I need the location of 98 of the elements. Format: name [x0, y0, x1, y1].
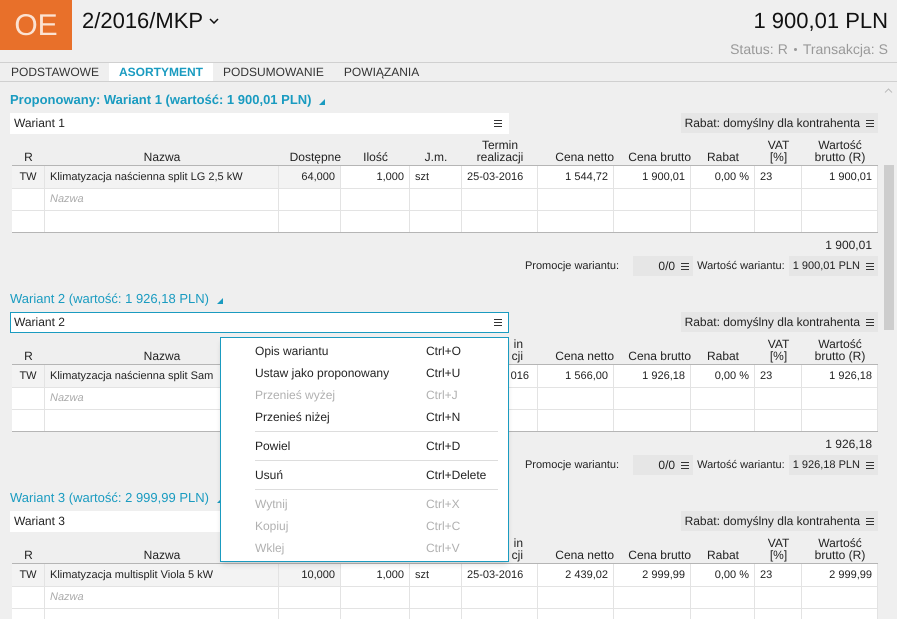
menu-icon[interactable]: [866, 518, 874, 524]
table-cell: 1,000: [341, 166, 410, 188]
table-cell: 1 926,18: [614, 365, 691, 387]
transaction-value: S: [878, 40, 888, 59]
tab[interactable]: PODSUMOWANIE: [213, 63, 334, 81]
tab[interactable]: POWIĄZANIA: [334, 63, 430, 81]
column-header: VAT [%]: [768, 338, 790, 362]
discount-dropdown[interactable]: Rabat: domyślny dla kontrahenta: [680, 113, 878, 133]
table-cell: 23: [755, 365, 802, 387]
table-cell: Klimatyzacja naścienna split LG 2,5 kW: [45, 166, 279, 188]
table-cell: szt: [410, 166, 462, 188]
table-cell: 1 544,72: [538, 166, 614, 188]
table-cell: 2 999,99: [614, 564, 691, 586]
status-value: R: [778, 40, 788, 59]
table-cell: TW: [12, 564, 45, 586]
promotions-label: Promocje wariantu:: [524, 458, 620, 473]
discount-dropdown[interactable]: Rabat: domyślny dla kontrahenta: [680, 511, 878, 531]
column-header: Cena brutto: [628, 350, 691, 362]
context-menu-item[interactable]: Usuń Ctrl+Delete: [221, 464, 508, 486]
menu-icon[interactable]: [681, 462, 690, 468]
table-cell: Klimatyzacja multisplit Viola 5 kW: [45, 564, 279, 586]
variant-name-field[interactable]: Wariant 1: [10, 112, 509, 134]
column-header: Cena brutto: [628, 151, 691, 163]
column-header: J.m.: [424, 151, 448, 163]
variant-value-dropdown[interactable]: 1 900,01 PLN: [788, 256, 878, 276]
table-cell: TW: [12, 166, 45, 188]
promotions-dropdown[interactable]: 0/0: [633, 256, 694, 276]
context-menu-item[interactable]: Powiel Ctrl+D: [221, 435, 508, 457]
tab[interactable]: PODSTAWOWE: [1, 63, 109, 81]
context-menu-item[interactable]: Opis wariantu Ctrl+O: [221, 340, 508, 362]
table-cell: 25-03-2016: [462, 564, 538, 586]
column-header: R: [24, 350, 33, 362]
table-cell: 1 900,01: [802, 166, 878, 188]
collapse-triangle-icon[interactable]: [216, 298, 223, 304]
column-header: Nazwa: [144, 549, 180, 561]
table-cell: 10,000: [279, 564, 341, 586]
table-cell: 1 926,18: [802, 365, 878, 387]
column-header: Rabat: [706, 350, 740, 362]
chevron-down-icon: [209, 18, 220, 24]
column-header: Cena netto: [555, 549, 614, 561]
column-header: VAT [%]: [768, 139, 790, 163]
column-header: Cena netto: [555, 151, 614, 163]
table-cell: 0,00 %: [691, 564, 755, 586]
promotions-label: Promocje wariantu:: [524, 258, 620, 274]
column-header: Wartość brutto (R): [814, 537, 866, 561]
table-cell: 1 566,00: [538, 365, 614, 387]
column-header: Rabat: [706, 549, 740, 561]
menu-icon[interactable]: [494, 318, 502, 326]
table-cell: szt: [410, 564, 462, 586]
table-cell: 0,00 %: [691, 166, 755, 188]
column-header: VAT [%]: [768, 537, 790, 561]
column-header: in cji: [512, 537, 523, 561]
variant-value-label: Wartość wariantu:: [697, 258, 785, 274]
table-cell: 2 999,99: [802, 564, 878, 586]
column-header: Wartość brutto (R): [814, 338, 866, 362]
table-cell: 1 900,01: [614, 166, 691, 188]
column-header: Nazwa: [144, 350, 180, 362]
menu-icon[interactable]: [494, 120, 502, 126]
status-label: Status:: [730, 40, 774, 59]
column-header: Cena netto: [555, 350, 614, 362]
collapse-triangle-icon[interactable]: [319, 98, 326, 104]
transaction-label: Transakcja:: [802, 40, 875, 59]
promotions-dropdown[interactable]: 0/0: [633, 455, 694, 475]
menu-icon[interactable]: [866, 120, 874, 126]
column-header: Nazwa: [144, 151, 180, 163]
table-cell: TW: [12, 365, 45, 387]
table-cell: 64,000: [279, 166, 341, 188]
column-header: Rabat: [706, 151, 740, 163]
column-header: R: [24, 151, 33, 163]
column-header: Termin realizacji: [476, 139, 524, 163]
menu-icon[interactable]: [866, 462, 874, 468]
table-cell: 25-03-2016: [462, 166, 538, 188]
table-cell: 0,00 %: [691, 365, 755, 387]
column-header: R: [24, 549, 33, 561]
table-cell: 23: [755, 564, 802, 586]
variant-name-field[interactable]: Wariant 2: [10, 312, 509, 332]
table-cell: 23: [755, 166, 802, 188]
column-header: Cena brutto: [628, 549, 691, 561]
menu-icon[interactable]: [681, 262, 690, 270]
column-header: Wartość brutto (R): [814, 139, 866, 163]
variant-total: 1 926,18: [825, 436, 872, 453]
table-cell: 1,000: [341, 564, 410, 586]
table-cell: 2 439,02: [538, 564, 614, 586]
variant-value-label: Wartość wariantu:: [697, 458, 785, 473]
column-header: in cji: [512, 338, 523, 362]
variant-total: 1 900,01: [825, 237, 872, 254]
variant-value-dropdown[interactable]: 1 926,18 PLN: [788, 455, 878, 475]
scrollbar-thumb[interactable]: [884, 165, 894, 330]
scroll-up-icon: [884, 88, 893, 93]
document-amount: 1 900,01 PLN: [753, 7, 888, 35]
column-header: Dostępne: [290, 151, 341, 163]
app-logo: OE: [0, 0, 72, 50]
menu-icon[interactable]: [866, 318, 874, 326]
column-header: Ilość: [363, 151, 388, 163]
menu-icon[interactable]: [866, 262, 874, 270]
discount-dropdown[interactable]: Rabat: domyślny dla kontrahenta: [680, 312, 878, 332]
context-menu-item[interactable]: Przenieś niżej Ctrl+N: [221, 406, 508, 428]
document-number-dropdown[interactable]: 2/2016/MKP: [82, 4, 220, 37]
